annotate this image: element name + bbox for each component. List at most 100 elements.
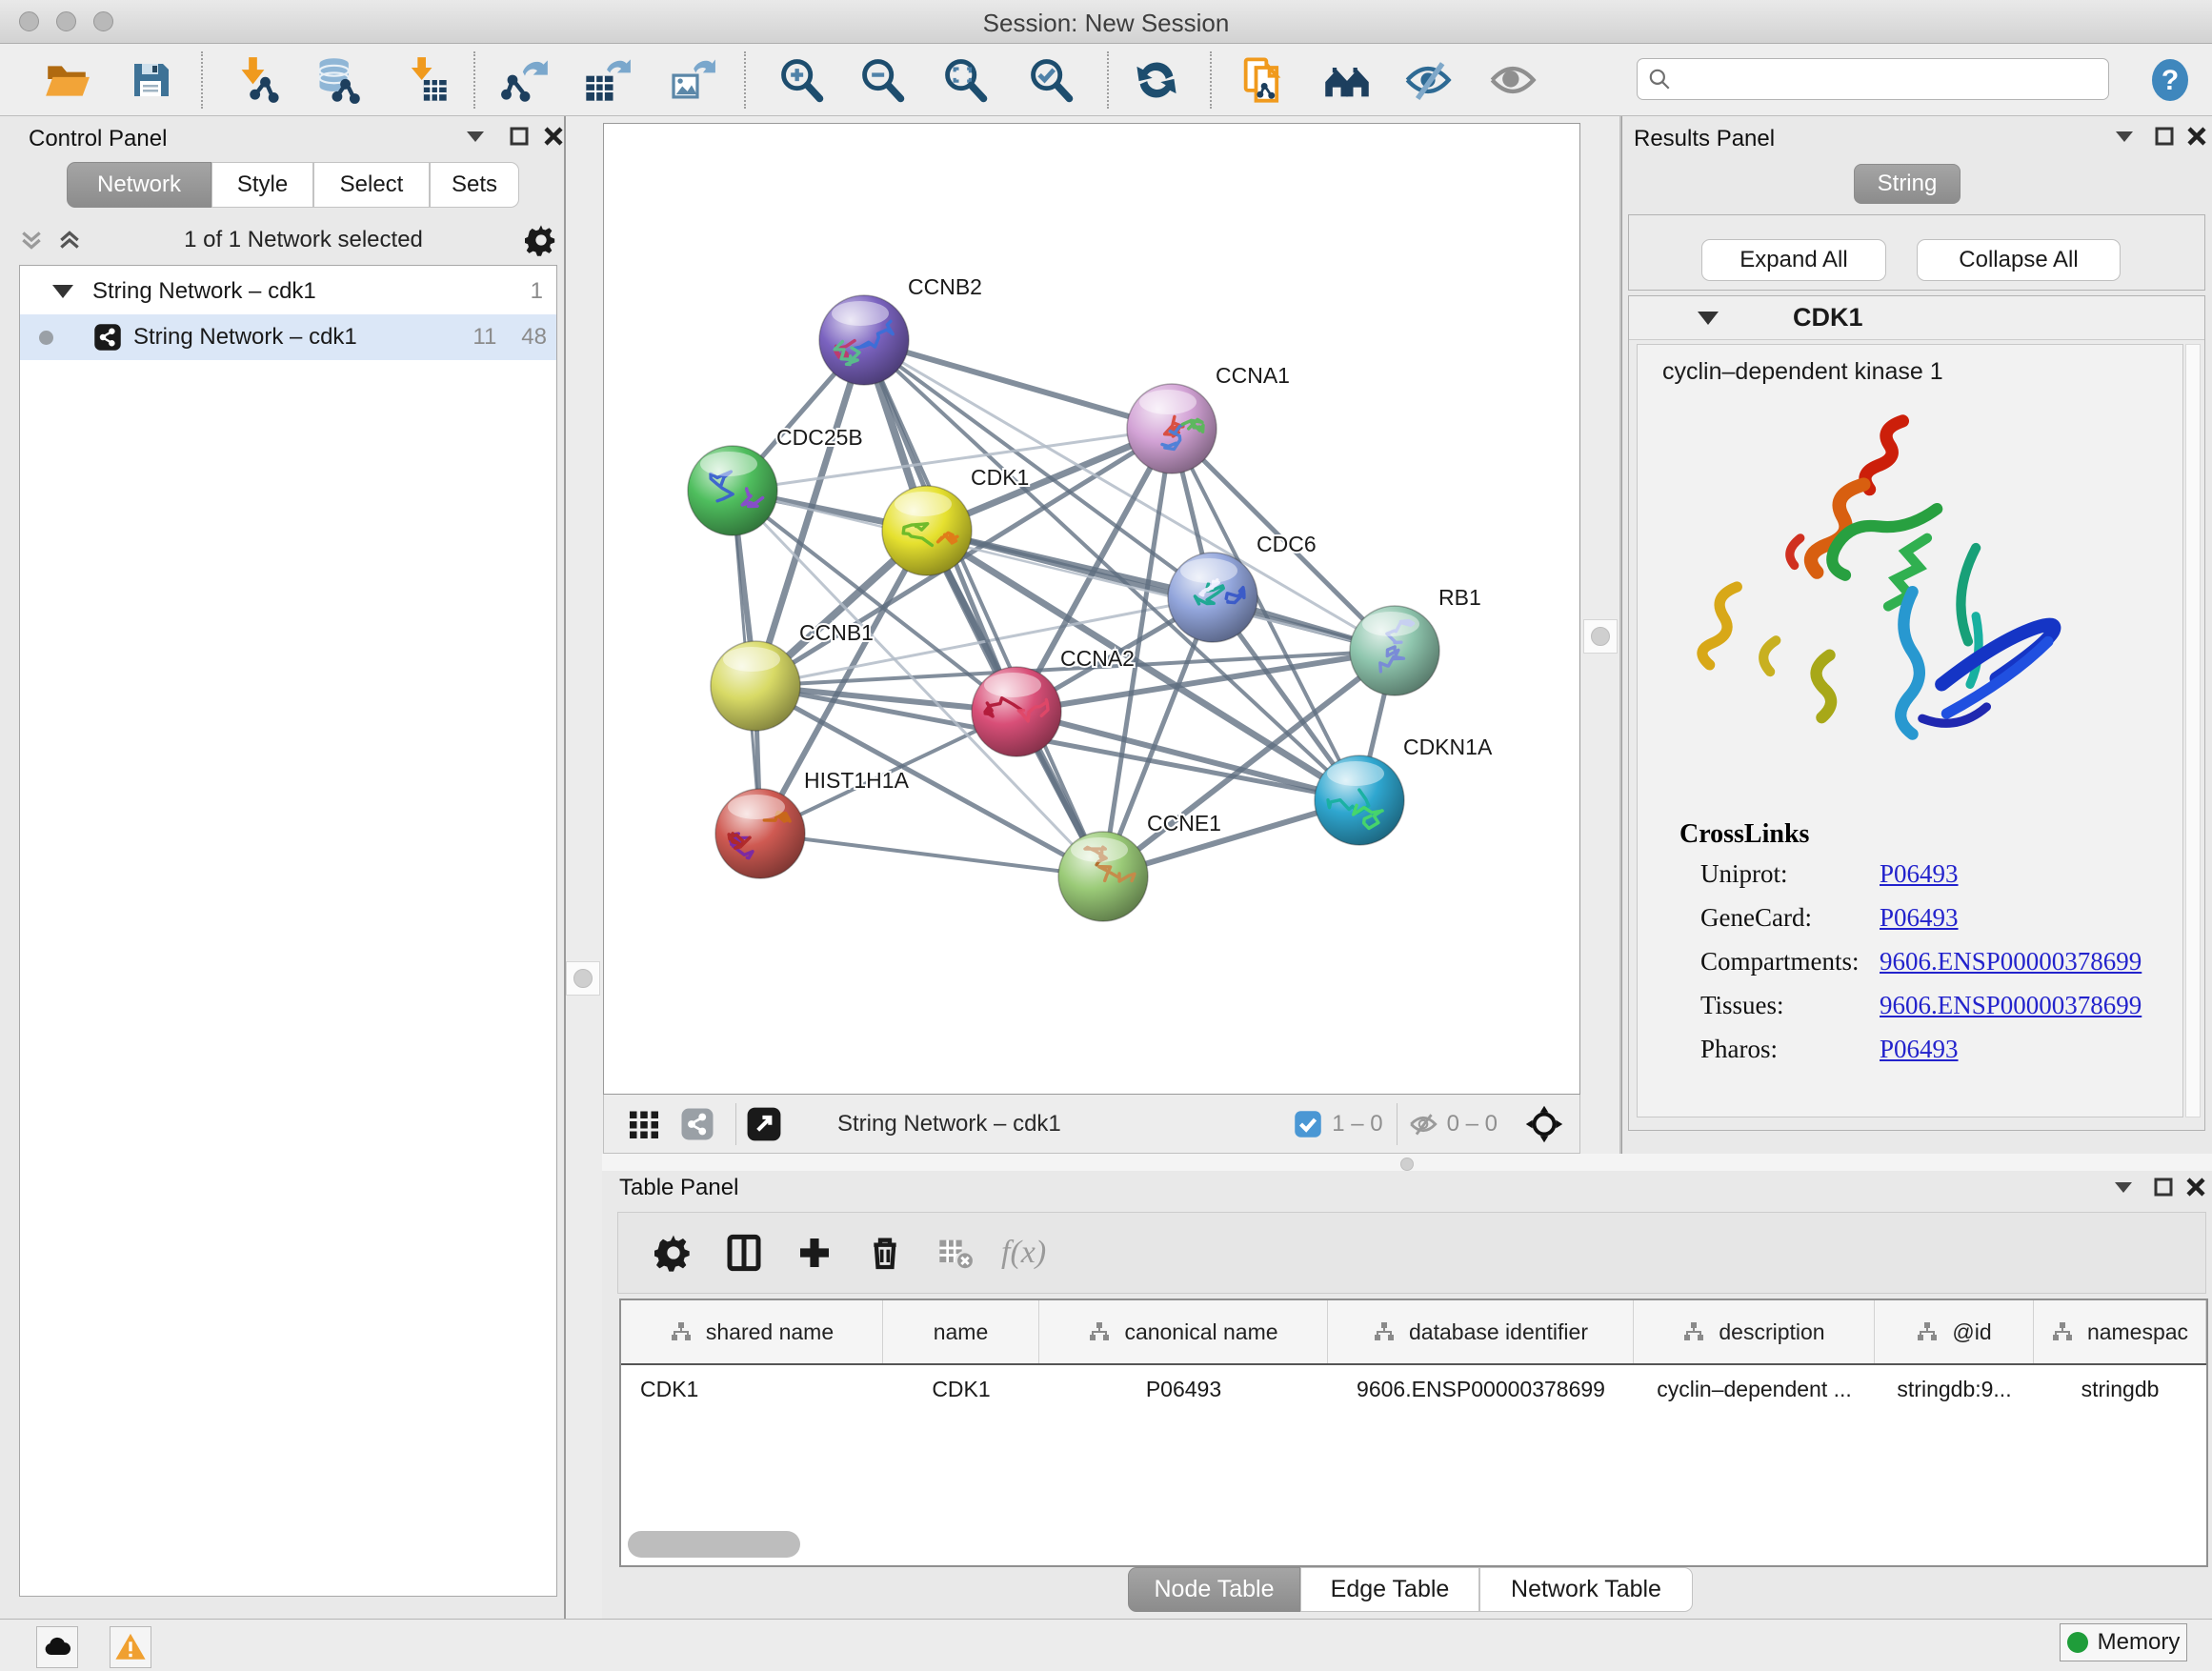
tab-network-table[interactable]: Network Table xyxy=(1479,1567,1693,1612)
column-header-0[interactable]: shared name xyxy=(621,1300,883,1363)
table-cell[interactable]: cyclin–dependent ... xyxy=(1634,1367,1875,1411)
network-row[interactable]: String Network – cdk1 11 48 xyxy=(20,314,556,360)
collection-expand-icon[interactable] xyxy=(52,285,73,298)
apply-layout-button[interactable] xyxy=(1130,53,1183,107)
new-network-from-selection-button[interactable] xyxy=(1236,53,1289,107)
crosslink-link[interactable]: P06493 xyxy=(1880,903,1959,933)
horizontal-splitter[interactable] xyxy=(602,1154,2212,1171)
tab-edge-table[interactable]: Edge Table xyxy=(1300,1567,1479,1612)
network-graph[interactable]: CCNB2CCNA1CDC25BCDK1CDC6RB1CCNB1CCNA2CDK… xyxy=(604,124,1579,1094)
export-network-button[interactable] xyxy=(498,53,552,107)
column-header-1[interactable]: name xyxy=(883,1300,1039,1363)
table-cell[interactable]: P06493 xyxy=(1039,1367,1328,1411)
node-table[interactable]: shared namenamecanonical namedatabase id… xyxy=(619,1299,2208,1567)
cloud-button[interactable] xyxy=(36,1626,78,1668)
network-canvas[interactable]: CCNB2CCNA1CDC25BCDK1CDC6RB1CCNB1CCNA2CDK… xyxy=(603,123,1580,1095)
selected-checkbox-icon[interactable] xyxy=(1294,1110,1322,1138)
function-builder-icon[interactable]: f(x) xyxy=(1001,1226,1046,1279)
expand-all-networks-icon[interactable] xyxy=(57,228,82,252)
node-count: 11 xyxy=(473,324,496,351)
graph-node-HIST1H1A: HIST1H1A xyxy=(715,768,910,878)
tab-style[interactable]: Style xyxy=(211,162,313,208)
attribute-tree-icon xyxy=(1088,1321,1111,1342)
show-columns-icon[interactable] xyxy=(717,1226,771,1279)
vertical-splitter-right[interactable] xyxy=(1581,116,1621,1154)
table-cell[interactable]: stringdb xyxy=(2034,1367,2206,1411)
import-network-icon xyxy=(234,55,284,105)
table-options-gear-icon[interactable] xyxy=(647,1226,700,1279)
search-input[interactable] xyxy=(1672,66,2081,92)
crosslink-link[interactable]: P06493 xyxy=(1880,859,1959,889)
table-row[interactable]: CDK1CDK1P064939606.ENSP00000378699cyclin… xyxy=(621,1367,2206,1411)
open-session-button[interactable] xyxy=(40,53,93,107)
column-header-5[interactable]: @id xyxy=(1875,1300,2034,1363)
memory-button[interactable]: Memory xyxy=(2060,1623,2187,1661)
splitter-grip[interactable] xyxy=(566,961,600,996)
import-network-from-database-button[interactable] xyxy=(312,53,365,107)
float-panel-icon[interactable] xyxy=(2147,1173,2180,1201)
help-button[interactable]: ? xyxy=(2143,53,2197,107)
show-all-button[interactable] xyxy=(1486,53,1539,107)
zoom-out-button[interactable] xyxy=(855,53,909,107)
zoom-selected-button[interactable] xyxy=(1024,53,1077,107)
crosslink-link[interactable]: 9606.ENSP00000378699 xyxy=(1880,991,2142,1020)
entry-expand-icon[interactable] xyxy=(1698,312,1719,325)
export-table-button[interactable] xyxy=(580,53,633,107)
float-panel-icon[interactable] xyxy=(503,122,535,151)
crosslinks-title: CrossLinks xyxy=(1679,819,1809,850)
detach-view-icon[interactable] xyxy=(746,1106,782,1142)
delete-column-icon[interactable] xyxy=(858,1226,912,1279)
column-header-3[interactable]: database identifier xyxy=(1328,1300,1634,1363)
close-panel-icon[interactable] xyxy=(2181,122,2212,151)
float-panel-icon[interactable] xyxy=(2148,122,2181,151)
table-cell[interactable]: CDK1 xyxy=(883,1367,1039,1411)
column-header-2[interactable]: canonical name xyxy=(1039,1300,1328,1363)
expand-all-button[interactable]: Expand All xyxy=(1701,239,1886,281)
table-cell[interactable]: stringdb:9... xyxy=(1875,1367,2034,1411)
zoom-in-button[interactable] xyxy=(774,53,828,107)
table-cell[interactable]: 9606.ENSP00000378699 xyxy=(1328,1367,1634,1411)
first-neighbors-button[interactable] xyxy=(1320,53,1374,107)
tab-network[interactable]: Network xyxy=(67,162,211,208)
hidden-eye-icon[interactable] xyxy=(1407,1108,1439,1140)
panel-menu-icon[interactable] xyxy=(2108,122,2141,151)
vertical-splitter-left[interactable] xyxy=(564,116,602,1619)
splitter-grip[interactable] xyxy=(1400,1158,1414,1171)
entry-header[interactable]: CDK1 xyxy=(1629,296,2204,340)
close-panel-icon[interactable] xyxy=(2180,1173,2212,1201)
tab-string[interactable]: String xyxy=(1854,164,1961,204)
collapse-all-networks-icon[interactable] xyxy=(19,228,44,252)
delete-table-icon[interactable] xyxy=(929,1226,982,1279)
save-session-button[interactable] xyxy=(124,53,177,107)
tab-select[interactable]: Select xyxy=(313,162,430,208)
collapse-all-button[interactable]: Collapse All xyxy=(1917,239,2121,281)
grid-view-icon[interactable] xyxy=(627,1107,661,1141)
warnings-button[interactable] xyxy=(110,1626,151,1668)
panel-menu-icon[interactable] xyxy=(2107,1173,2140,1201)
table-horizontal-scrollbar[interactable] xyxy=(628,1531,800,1558)
export-image-icon xyxy=(667,55,716,105)
network-style-icon[interactable] xyxy=(680,1107,714,1141)
export-image-button[interactable] xyxy=(665,53,718,107)
crosslink-link[interactable]: P06493 xyxy=(1880,1035,1959,1064)
attribute-tree-icon xyxy=(670,1321,693,1342)
crosslink-link[interactable]: 9606.ENSP00000378699 xyxy=(1880,947,2142,976)
table-cell[interactable]: CDK1 xyxy=(621,1367,883,1411)
network-collection-row[interactable]: String Network – cdk1 1 xyxy=(20,269,556,314)
network-status-dot xyxy=(39,331,53,345)
import-table-from-file-button[interactable] xyxy=(399,53,452,107)
search-box[interactable] xyxy=(1637,58,2109,100)
column-header-6[interactable]: namespac xyxy=(2034,1300,2206,1363)
create-column-icon[interactable] xyxy=(788,1226,841,1279)
fit-content-button[interactable] xyxy=(938,53,992,107)
hide-selected-button[interactable] xyxy=(1401,53,1455,107)
tab-sets[interactable]: Sets xyxy=(430,162,519,208)
tab-node-table[interactable]: Node Table xyxy=(1128,1567,1300,1612)
network-options-gear-icon[interactable] xyxy=(525,224,557,256)
import-network-from-file-button[interactable] xyxy=(232,53,286,107)
column-header-4[interactable]: description xyxy=(1634,1300,1875,1363)
birdseye-navigator-icon[interactable] xyxy=(1524,1104,1564,1144)
panel-menu-icon[interactable] xyxy=(459,122,492,151)
splitter-grip[interactable] xyxy=(1583,619,1618,654)
results-scrollbar[interactable] xyxy=(2185,344,2201,1117)
